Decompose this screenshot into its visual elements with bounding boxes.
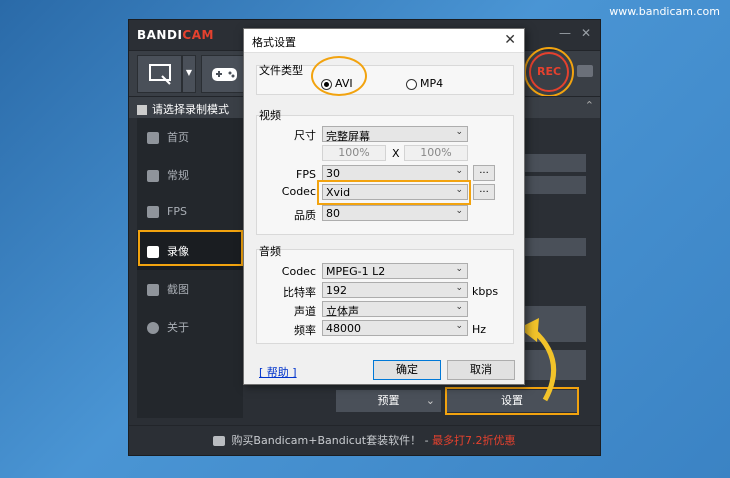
screen-mode-button[interactable] xyxy=(137,55,182,93)
grid-icon xyxy=(137,105,147,115)
sidebar-item-fps[interactable]: FPS xyxy=(137,194,243,232)
video-label: 视频 xyxy=(259,109,281,122)
size-select[interactable]: 完整屏幕 ⌄ xyxy=(322,126,468,143)
sidebar-item-label: FPS xyxy=(167,205,187,218)
info-icon xyxy=(147,322,159,334)
sidebar-item-label: 关于 xyxy=(167,321,189,334)
avi-highlight-ring xyxy=(311,56,367,96)
bitrate-value: 192 xyxy=(326,284,347,297)
chat-icon xyxy=(213,436,226,446)
audio-codec-select[interactable]: MPEG-1 L2 ⌄ xyxy=(322,263,468,279)
sidebar-item-home[interactable]: 首页 xyxy=(137,118,243,156)
chevron-down-icon: ⌄ xyxy=(455,264,463,274)
footer-highlight: 最多打7.2折优惠 xyxy=(432,434,516,447)
gear-icon xyxy=(147,170,159,182)
minimize-icon[interactable]: — xyxy=(559,26,571,40)
dialog-title-bar: 格式设置 ✕ xyxy=(244,29,524,53)
chevron-down-icon: ⌄ xyxy=(455,185,463,195)
dialog-title: 格式设置 xyxy=(252,36,296,49)
channel-select[interactable]: 立体声 ⌄ xyxy=(322,301,468,318)
format-settings-dialog: 格式设置 ✕ 文件类型 AVI MP4 视频 尺寸 完整屏幕 ⌄ 100% X 1… xyxy=(243,28,525,385)
preset-label: 预置 xyxy=(377,394,400,407)
freq-unit: Hz xyxy=(472,323,487,336)
fps-options-button[interactable]: ... xyxy=(473,165,495,181)
audio-label: 音频 xyxy=(259,245,281,258)
game-mode-button[interactable] xyxy=(201,55,246,93)
preset-button[interactable]: 预置 ⌄ xyxy=(336,390,441,412)
bitrate-select[interactable]: 192 ⌄ xyxy=(322,282,468,298)
close-icon[interactable]: ✕ xyxy=(504,32,516,48)
channel-label: 声道 xyxy=(294,305,316,318)
chevron-down-icon: ⌄ xyxy=(455,127,463,137)
sidebar-highlight-box xyxy=(138,230,243,266)
promo-footer[interactable]: 购买Bandicam+Bandicut套装软件！ - 最多打7.2折优惠 xyxy=(129,425,600,455)
chevron-down-icon: ⌄ xyxy=(455,321,463,331)
mode-label: 请选择录制模式 xyxy=(152,103,229,116)
fps-label: FPS xyxy=(296,168,316,181)
sidebar-item-label: 截图 xyxy=(167,283,189,296)
mode-dropdown-button[interactable]: ▼ xyxy=(182,55,196,93)
width-percent-field[interactable]: 100% xyxy=(322,145,386,161)
radio-mp4[interactable]: MP4 xyxy=(406,77,443,90)
quality-value: 80 xyxy=(326,207,340,220)
freq-select[interactable]: 48000 ⌄ xyxy=(322,320,468,336)
codec-select[interactable]: Xvid ⌄ xyxy=(322,184,468,200)
logo-text-bandi: BANDI xyxy=(137,28,183,42)
quality-select[interactable]: 80 ⌄ xyxy=(322,205,468,221)
codec-label: Codec xyxy=(281,185,316,198)
audio-codec-value: MPEG-1 L2 xyxy=(326,265,386,278)
bitrate-label: 比特率 xyxy=(283,286,316,299)
size-value: 完整屏幕 xyxy=(326,130,370,143)
audio-codec-label: Codec xyxy=(281,265,316,278)
gamepad-icon xyxy=(212,68,237,81)
close-icon[interactable]: ✕ xyxy=(581,26,591,40)
help-link[interactable]: [ 帮助 ] xyxy=(259,364,297,380)
chevron-down-icon: ⌄ xyxy=(455,302,463,312)
chevron-down-icon: ⌄ xyxy=(455,283,463,293)
app-logo: BANDICAM xyxy=(137,28,214,42)
watermark-text: www.bandicam.com xyxy=(609,5,720,18)
codec-options-button[interactable]: ... xyxy=(473,184,495,200)
camera-icon[interactable] xyxy=(577,65,593,77)
height-percent-field[interactable]: 100% xyxy=(404,145,468,161)
quality-label: 品质 xyxy=(294,209,316,222)
footer-text: 购买Bandicam+Bandicut套装软件！ - xyxy=(231,434,433,447)
logo-text-cam: CAM xyxy=(182,28,214,42)
ok-button[interactable]: 确定 xyxy=(373,360,441,380)
fps-icon xyxy=(147,206,159,218)
cancel-button[interactable]: 取消 xyxy=(447,360,515,380)
sidebar-item-image[interactable]: 截图 xyxy=(137,270,243,308)
radio-unselected-icon xyxy=(406,78,417,90)
channel-value: 立体声 xyxy=(326,305,359,318)
fps-value: 30 xyxy=(326,167,340,180)
sidebar: 首页 常规 FPS 录像 截图 关于 xyxy=(137,118,243,418)
home-icon xyxy=(147,132,159,144)
file-type-label: 文件类型 xyxy=(259,64,303,77)
screen-rect-icon xyxy=(149,64,171,85)
x-label: X xyxy=(392,147,400,160)
sidebar-item-about[interactable]: 关于 xyxy=(137,308,243,346)
codec-value: Xvid xyxy=(326,186,351,199)
chevron-down-icon: ⌄ xyxy=(455,166,463,176)
freq-value: 48000 xyxy=(326,322,361,335)
fps-select[interactable]: 30 ⌄ xyxy=(322,165,468,181)
collapse-icon[interactable]: ⌃ xyxy=(585,99,594,112)
sidebar-item-label: 常规 xyxy=(167,169,189,182)
freq-label: 频率 xyxy=(294,324,316,337)
bitrate-unit: kbps xyxy=(472,285,499,298)
mp4-label: MP4 xyxy=(420,77,444,90)
image-icon xyxy=(147,284,159,296)
chevron-down-icon: ⌄ xyxy=(455,206,463,216)
rec-button[interactable]: REC xyxy=(529,52,569,92)
sidebar-item-label: 首页 xyxy=(167,131,189,144)
chevron-down-icon: ⌄ xyxy=(425,394,435,407)
sidebar-item-general[interactable]: 常规 xyxy=(137,156,243,194)
size-label: 尺寸 xyxy=(294,129,316,142)
chevron-down-icon: ▼ xyxy=(185,68,193,77)
